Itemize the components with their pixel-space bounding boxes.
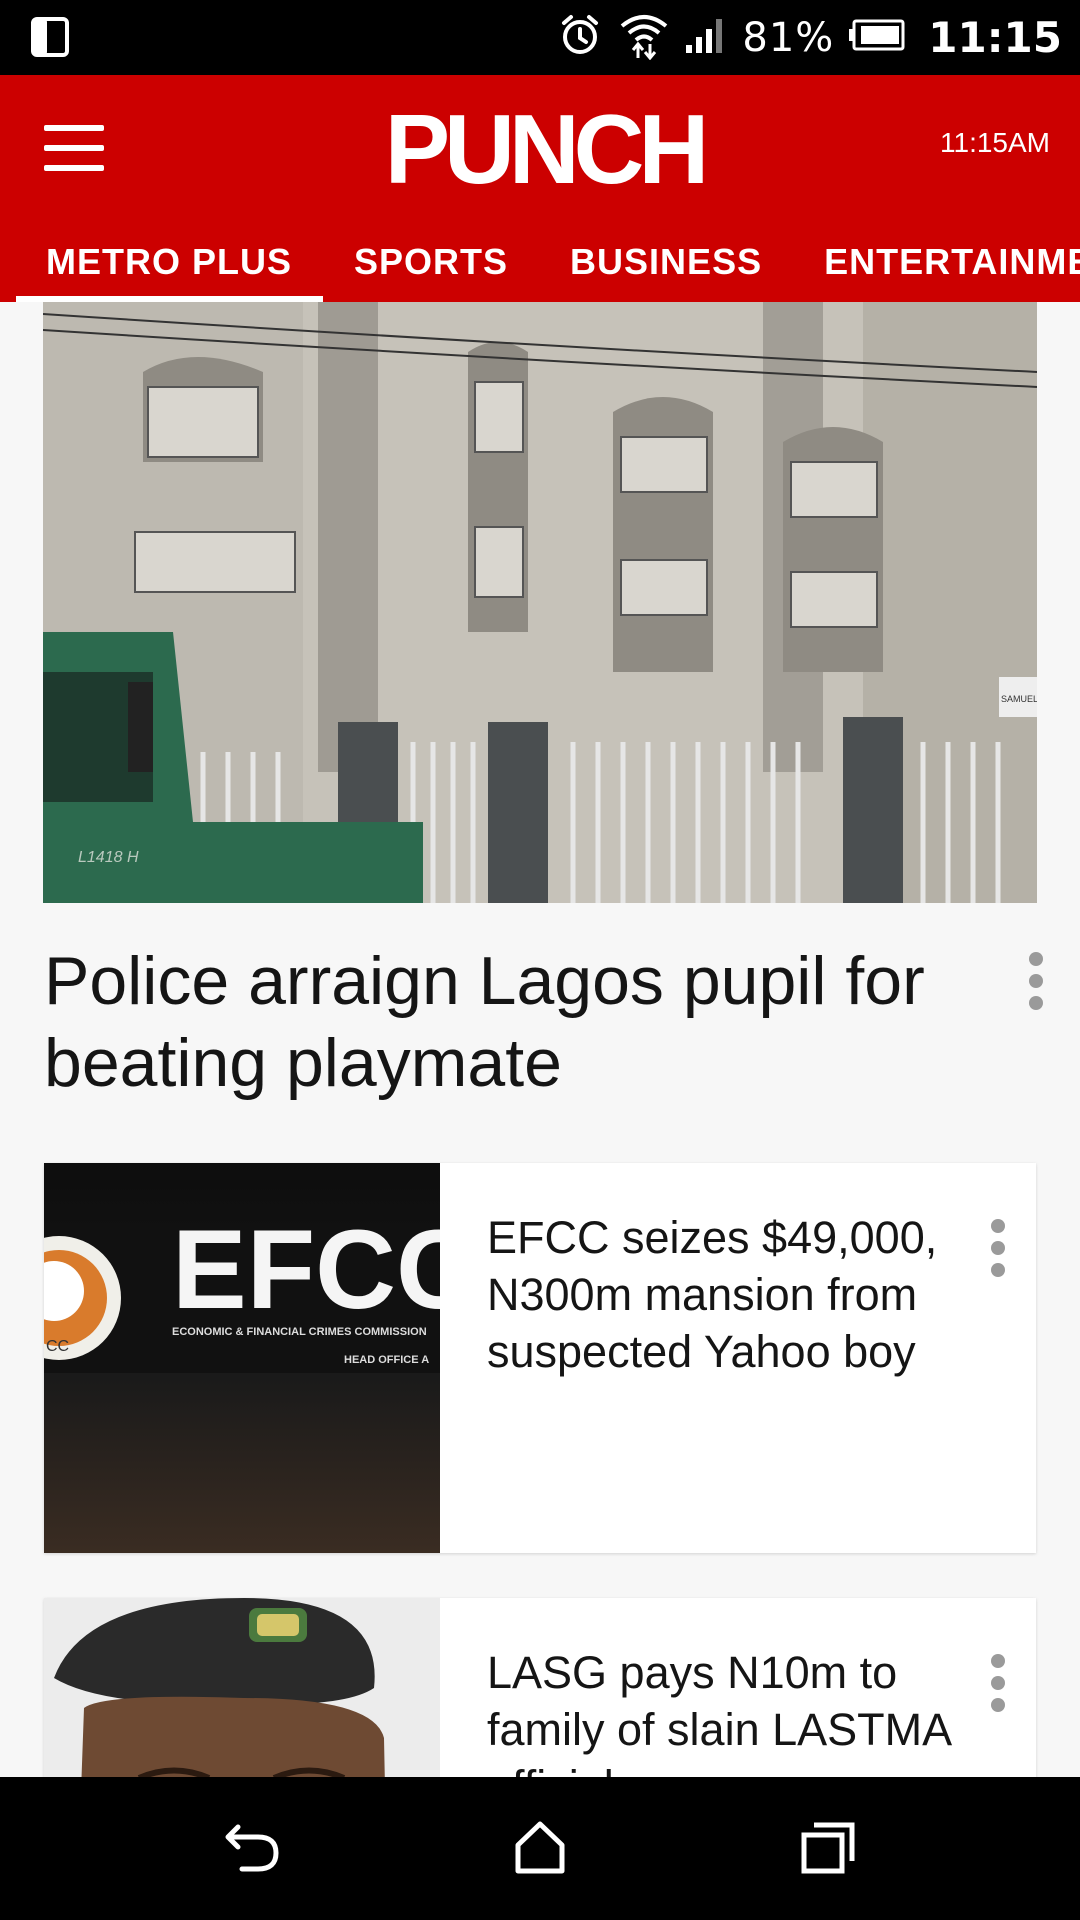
article-headline[interactable]: LASG pays N10m to family of slain LASTMA… — [487, 1644, 957, 1777]
screen-mirror-icon — [30, 16, 70, 58]
news-feed[interactable]: L1418 H SAMUEL Police arraign Lagos pupi… — [0, 302, 1080, 1777]
efcc-sign-text: EFCC — [172, 1207, 440, 1332]
logo-text: PUNCH — [384, 94, 709, 204]
hero-headline[interactable]: Police arraign Lagos pupil for beating p… — [44, 940, 984, 1104]
shop-sign: SAMUEL — [1001, 694, 1037, 704]
status-time: 11:15 — [928, 13, 1062, 62]
recents-icon[interactable] — [788, 1807, 868, 1887]
home-icon[interactable] — [500, 1807, 580, 1887]
status-icons: 81% 11:15 — [556, 0, 1062, 75]
tab-sports[interactable]: SPORTS — [323, 222, 539, 302]
article-card[interactable]: LASG pays N10m to family of slain LASTMA… — [44, 1598, 1036, 1777]
article-thumbnail[interactable]: CC EFCC ECONOMIC & FINANCIAL CRIMES COMM… — [44, 1163, 440, 1553]
article-headline[interactable]: EFCC seizes $49,000, N300m mansion from … — [487, 1209, 957, 1380]
battery-percent: 81% — [742, 14, 835, 61]
truck-marking: L1418 H — [78, 849, 139, 866]
category-tabs: METRO PLUS SPORTS BUSINESS ENTERTAINMENT — [0, 222, 1080, 302]
more-options-icon[interactable] — [978, 1213, 1018, 1283]
hamburger-icon[interactable] — [44, 125, 106, 175]
article-thumbnail[interactable] — [44, 1598, 440, 1777]
alarm-icon — [556, 11, 604, 64]
more-options-icon[interactable] — [978, 1648, 1018, 1718]
tab-metro-plus[interactable]: METRO PLUS — [0, 222, 324, 302]
battery-icon — [848, 18, 906, 57]
efcc-sign-subtitle: ECONOMIC & FINANCIAL CRIMES COMMISSION — [172, 1326, 427, 1338]
signal-icon — [684, 15, 728, 60]
article-card[interactable]: CC EFCC ECONOMIC & FINANCIAL CRIMES COMM… — [44, 1163, 1036, 1553]
wifi-icon — [618, 10, 670, 65]
back-icon[interactable] — [214, 1807, 294, 1887]
hero-image[interactable]: L1418 H SAMUEL — [43, 302, 1037, 903]
tab-entertainment[interactable]: ENTERTAINMENT — [793, 222, 1080, 302]
status-bar: 81% 11:15 — [0, 0, 1080, 75]
efcc-emblem-text: CC — [46, 1338, 69, 1355]
tab-business[interactable]: BUSINESS — [539, 222, 793, 302]
more-options-icon[interactable] — [1016, 946, 1056, 1016]
app-header: PUNCH 11:15AM METRO PLUS SPORTS BUSINESS… — [0, 75, 1080, 302]
efcc-office-text: HEAD OFFICE A — [344, 1354, 429, 1366]
system-nav-bar — [0, 1777, 1080, 1920]
header-time: 11:15AM — [940, 127, 1050, 158]
punch-logo[interactable]: PUNCH — [385, 100, 709, 198]
